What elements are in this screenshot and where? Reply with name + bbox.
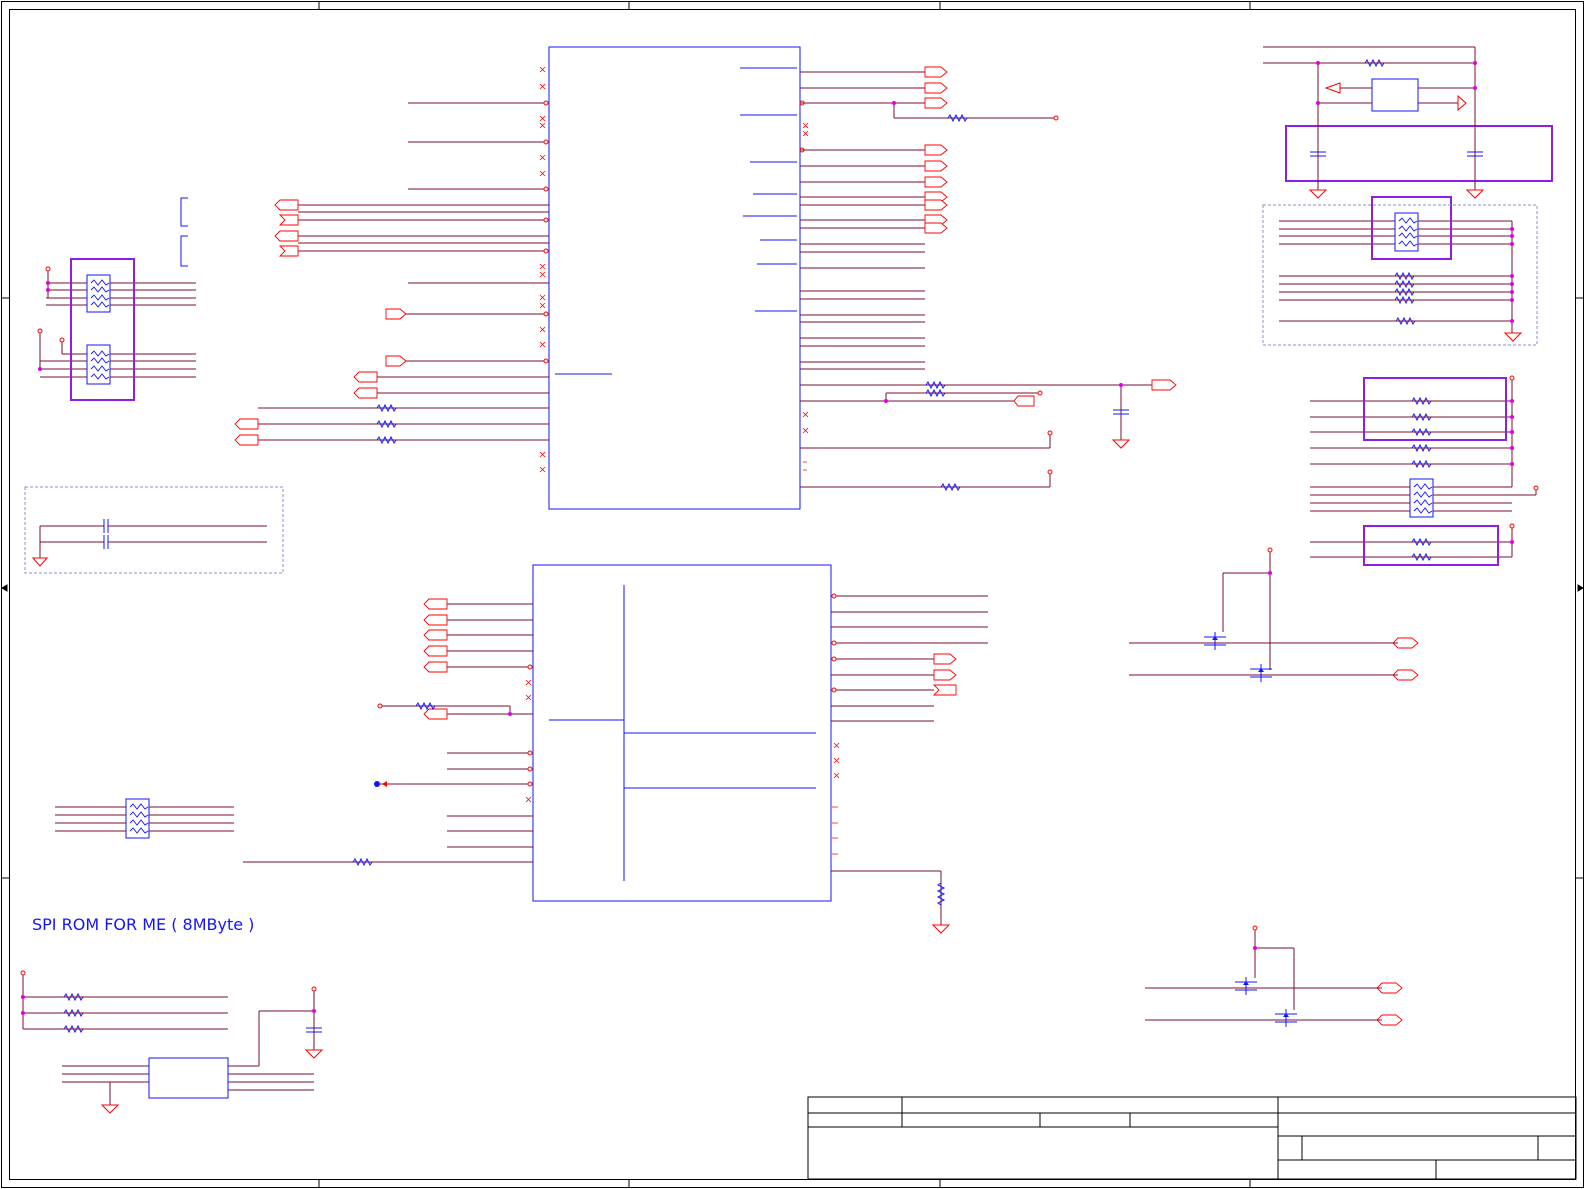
group-boxes [24, 204, 1538, 574]
sheet-frame [1, 1, 1584, 1188]
power-pins [20, 115, 1539, 992]
schematic-sheet [1, 1, 1584, 1188]
voltage-regulator [100, 46, 1523, 1114]
mosfet-upper-pair [1129, 552, 1398, 682]
mosfet-lower-pair [1145, 930, 1382, 1027]
offpage-connectors [234, 66, 1419, 1026]
junctions [21, 61, 1514, 1015]
title-block [807, 1096, 1577, 1180]
decoupling-caps [31, 519, 267, 567]
resistors [63, 58, 1432, 1034]
spi-rom-section-caption: SPI ROM FOR ME ( 8MByte ) [32, 915, 255, 934]
resistor-arrays [22, 212, 1537, 1030]
bus-brackets [180, 197, 188, 267]
spi-rom-section [62, 991, 322, 1105]
pch-lower-block [243, 564, 988, 925]
